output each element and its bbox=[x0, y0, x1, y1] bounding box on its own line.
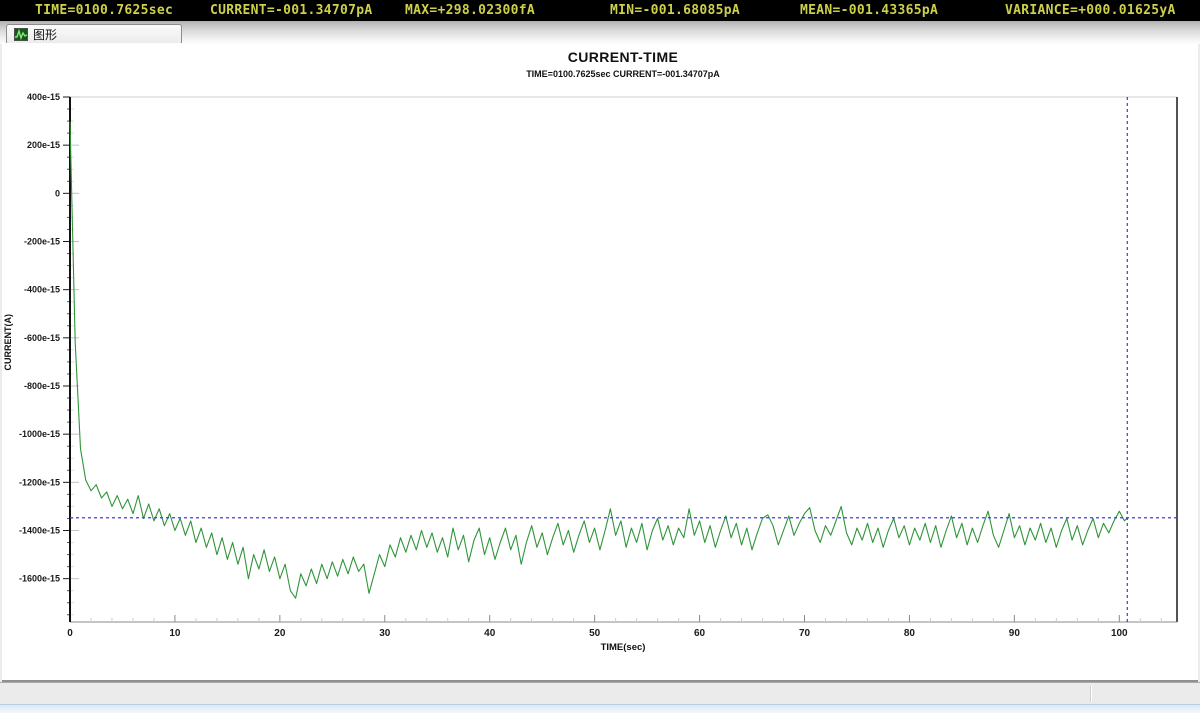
y-tick-label: -400e-15 bbox=[24, 285, 60, 295]
bottom-taskbar-strip bbox=[0, 704, 1200, 713]
app-window: TIME=0100.7625sec CURRENT=-001.34707pA M… bbox=[0, 0, 1200, 713]
x-tick-label: 90 bbox=[1009, 628, 1021, 639]
y-tick-label: -1000e-15 bbox=[19, 429, 60, 439]
x-tick-label: 70 bbox=[799, 628, 811, 639]
status-mean: MEAN=-001.43365pA bbox=[800, 3, 938, 18]
status-max: MAX=+298.02300fA bbox=[405, 3, 535, 18]
tab-strip: 图形 bbox=[0, 21, 1200, 44]
bottom-status-strip bbox=[0, 682, 1200, 704]
x-tick-label: 40 bbox=[484, 628, 496, 639]
y-tick-label: -800e-15 bbox=[24, 381, 60, 391]
x-tick-label: 60 bbox=[694, 628, 706, 639]
x-tick-label: 20 bbox=[274, 628, 286, 639]
x-tick-label: 50 bbox=[589, 628, 601, 639]
plot-area[interactable]: 400e-15 200e-15 0 -200e-15 -400e-15 -600e-15 -… bbox=[2, 44, 1198, 680]
current-trace bbox=[70, 122, 1127, 599]
x-tick-label: 0 bbox=[67, 628, 73, 639]
x-tick-label: 100 bbox=[1111, 628, 1128, 639]
y-tick-label: -1200e-15 bbox=[19, 477, 60, 487]
tab-graph[interactable]: 图形 bbox=[6, 24, 182, 43]
chart-panel: CURRENT-TIME TIME=0100.7625sec CURRENT=-… bbox=[2, 44, 1198, 682]
x-tick-label: 80 bbox=[904, 628, 916, 639]
status-strip-divider bbox=[1090, 686, 1092, 702]
x-tick-label: 10 bbox=[169, 628, 181, 639]
status-time: TIME=0100.7625sec bbox=[35, 3, 173, 18]
status-bar: TIME=0100.7625sec CURRENT=-001.34707pA M… bbox=[0, 0, 1200, 21]
y-tick-label: 0 bbox=[55, 188, 60, 198]
waveform-icon bbox=[14, 28, 28, 41]
y-tick-label: -1400e-15 bbox=[19, 525, 60, 535]
y-tick-label: -1600e-15 bbox=[19, 574, 60, 584]
tab-graph-label: 图形 bbox=[33, 26, 57, 43]
y-tick-label: -600e-15 bbox=[24, 333, 60, 343]
status-min: MIN=-001.68085pA bbox=[610, 3, 740, 18]
y-tick-label: 400e-15 bbox=[27, 92, 60, 102]
y-tick-label: -200e-15 bbox=[24, 236, 60, 246]
status-current: CURRENT=-001.34707pA bbox=[210, 3, 373, 18]
status-variance: VARIANCE=+000.01625yA bbox=[1005, 3, 1176, 18]
x-tick-label: 30 bbox=[379, 628, 391, 639]
y-tick-label: 200e-15 bbox=[27, 140, 60, 150]
